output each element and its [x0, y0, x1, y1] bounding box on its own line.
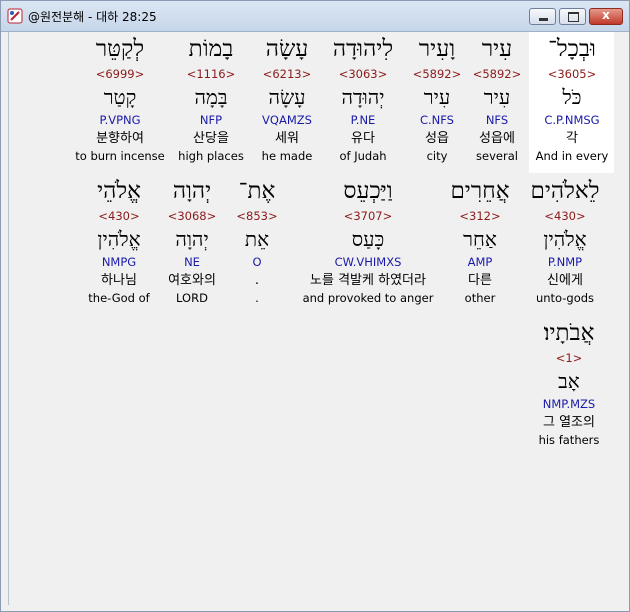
strong-number[interactable]: <6999> — [60, 66, 180, 82]
window-title: @원전분해 - 대하 28:25 — [28, 10, 157, 24]
hebrew-root: קָטַר — [103, 85, 137, 109]
maximize-button[interactable] — [559, 8, 586, 25]
korean-gloss: 그 열조의 — [543, 415, 595, 430]
morphology-code: NMP.MZS — [542, 397, 596, 411]
interlinear-panel: וּבְכָל־ <3605> כֹּל C.P.NMSG 각 And in e… — [8, 32, 622, 605]
app-logo-icon — [7, 8, 23, 24]
english-gloss: to burn incense — [75, 149, 165, 163]
korean-gloss: 하나님 — [101, 273, 137, 288]
english-gloss: the-God of — [88, 291, 150, 305]
word-cell[interactable]: אֲבֹתָיו׃ <1> אָב NMP.MZS 그 열조의 his fath… — [509, 316, 629, 448]
english-gloss: his fathers — [538, 433, 600, 447]
minimize-icon — [539, 18, 548, 21]
strong-number[interactable]: <430> — [59, 208, 179, 224]
word-cell[interactable]: לְקַטֵּר <6999> קָטַר P.VPNG 분향하여 to bur… — [60, 32, 180, 164]
korean-gloss: 분향하여 — [96, 131, 144, 146]
app-window: @원전분해 - 대하 28:25 x וּבְכָל־ <3605> כֹּל … — [0, 0, 630, 612]
morphology-code: P.VPNG — [99, 113, 141, 127]
hebrew-word: אֱלֹהֵי — [97, 178, 141, 204]
strong-number[interactable]: <1> — [509, 350, 629, 366]
close-icon: x — [602, 8, 610, 22]
word-cell[interactable]: אֱלֹהֵי <430> אֱלֹהִין NMPG 하나님 the-God … — [59, 174, 179, 306]
minimize-button[interactable] — [529, 8, 556, 25]
maximize-icon — [568, 12, 579, 22]
morphology-code: NMPG — [101, 255, 137, 269]
hebrew-root: אֱלֹהִין — [97, 227, 141, 251]
title-bar[interactable]: @원전분해 - 대하 28:25 x — [1, 1, 629, 32]
hebrew-root: אָב — [558, 369, 580, 393]
close-button[interactable]: x — [589, 8, 623, 25]
hebrew-word: אֲבֹתָיו׃ — [543, 320, 595, 346]
hebrew-word: לְקַטֵּר — [95, 36, 145, 62]
